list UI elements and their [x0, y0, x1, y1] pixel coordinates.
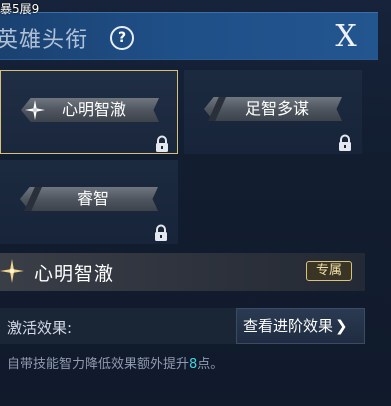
- title-card-zuzhi[interactable]: 足智多谋: [184, 70, 362, 154]
- hero-title-panel: 英雄头衔 ? X 暴5展9 心明智澈 足智多谋 睿智 心明智澈 专属 激活效果:…: [0, 0, 391, 406]
- panel-title: 英雄头衔: [0, 28, 89, 53]
- lock-icon: [156, 135, 168, 152]
- star-icon: [0, 259, 24, 283]
- effect-description-suffix: 点。: [197, 357, 224, 372]
- exclusive-badge: 专属: [306, 261, 352, 281]
- help-icon[interactable]: ?: [110, 26, 134, 50]
- close-button[interactable]: X: [330, 19, 362, 54]
- effect-description: 自带技能智力降低效果额外提升8点。: [7, 353, 223, 372]
- chevron-right-icon: ❯: [335, 317, 348, 335]
- title-name: 足智多谋: [244, 99, 309, 118]
- title-name: 睿智: [76, 189, 109, 208]
- effect-label: 激活效果:: [7, 319, 73, 337]
- selected-title-name: 心明智澈: [34, 263, 115, 285]
- advanced-button-label: 查看进阶效果: [243, 317, 334, 335]
- title-name: 心明智澈: [61, 100, 126, 119]
- title-card-xinming[interactable]: 心明智澈: [0, 70, 178, 154]
- effect-description-prefix: 自带技能智力降低效果额外提升: [7, 357, 190, 372]
- effect-row: 激活效果: 查看进阶效果 ❯: [0, 308, 365, 344]
- title-card-ruizhi[interactable]: 睿智: [0, 160, 178, 244]
- lock-icon: [339, 134, 351, 151]
- panel-header: 英雄头衔 ? X: [0, 12, 378, 60]
- selected-title-bar: 心明智澈 专属: [0, 253, 365, 291]
- overlay-text: 暴5展9: [0, 2, 40, 16]
- view-advanced-effect-button[interactable]: 查看进阶效果 ❯: [236, 308, 365, 344]
- lock-icon: [155, 224, 167, 241]
